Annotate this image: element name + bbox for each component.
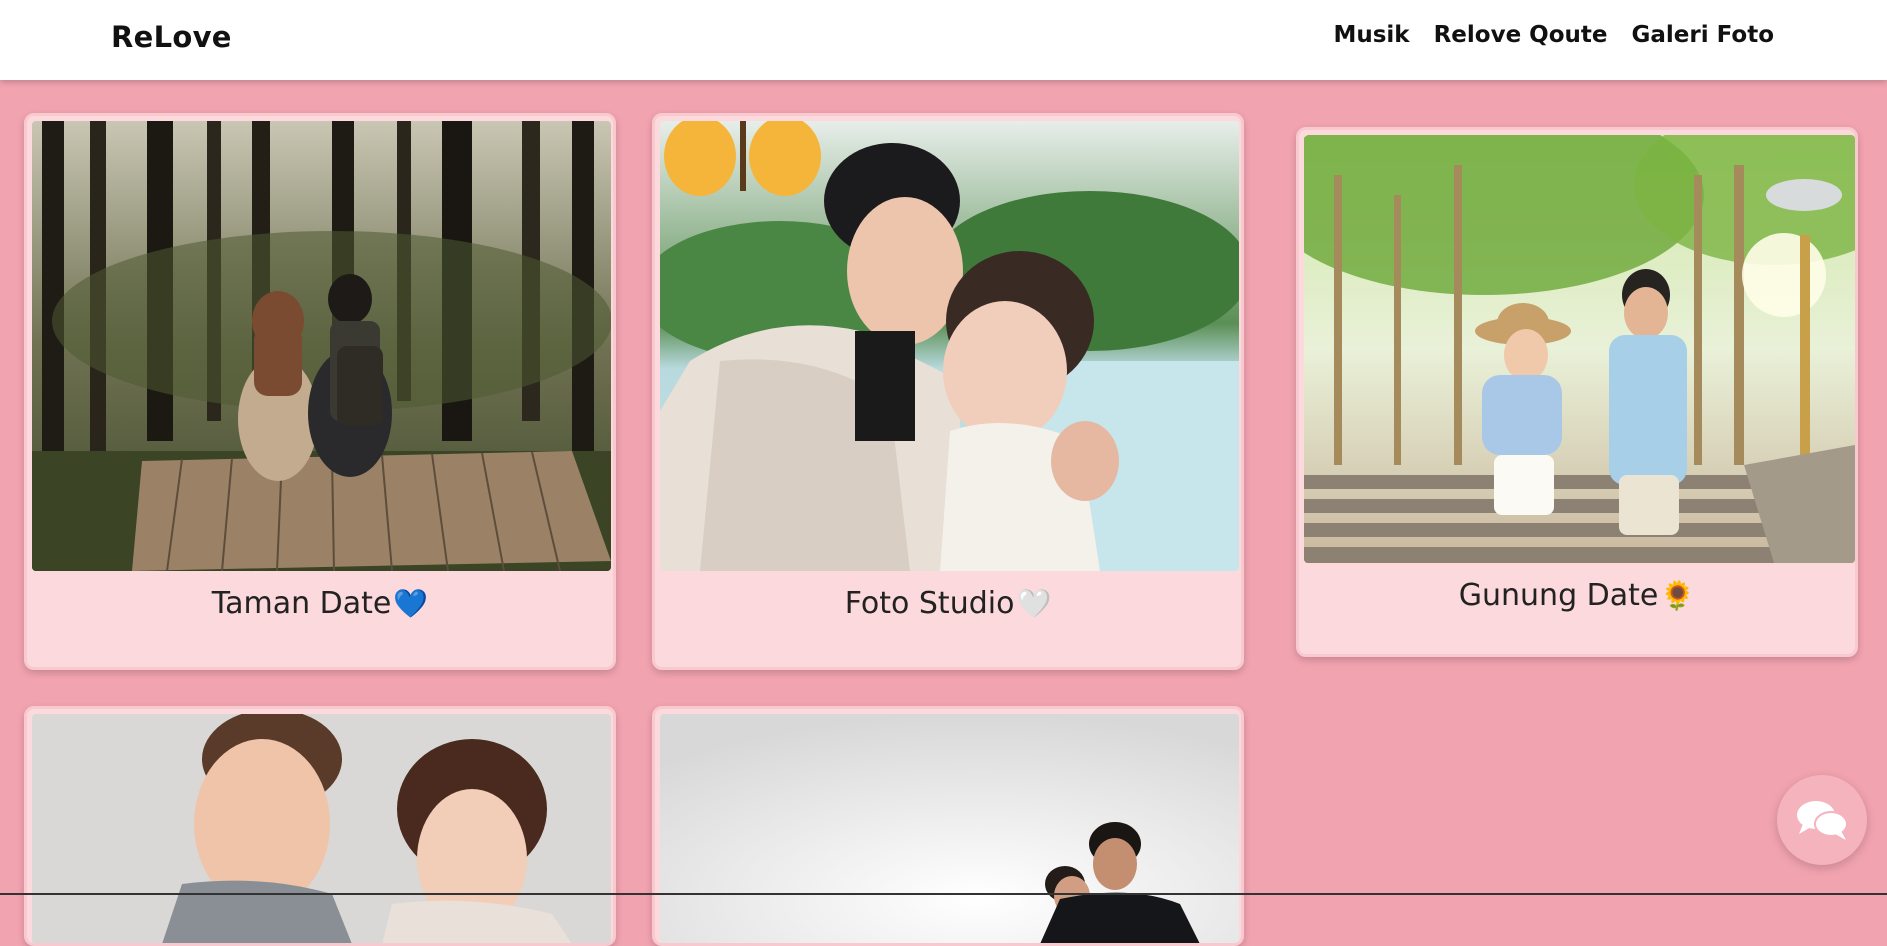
photo-gallery: Taman Date💙 Foto Studio🤍 Gunung Date🌻: [0, 0, 1887, 946]
nav-link-relove-qoute[interactable]: Relove Qoute: [1434, 22, 1608, 48]
caption-text: Gunung Date: [1458, 578, 1659, 613]
gallery-card-studio-kiss[interactable]: [652, 706, 1244, 946]
mountain-photo-image: [1304, 135, 1855, 563]
caption-text: Foto Studio: [844, 586, 1015, 621]
smiling-couple-image: [32, 714, 611, 943]
nav-link-musik[interactable]: Musik: [1333, 22, 1409, 48]
chat-button[interactable]: [1777, 775, 1867, 865]
gallery-card-taman-date[interactable]: Taman Date💙: [24, 113, 616, 670]
card-photo-mountain-couple: [1304, 135, 1855, 563]
card-caption: Taman Date💙: [27, 586, 613, 621]
caption-text: Taman Date: [211, 586, 392, 621]
blue-heart-icon: 💙: [393, 587, 429, 620]
brand-logo[interactable]: ReLove: [111, 20, 232, 54]
card-caption: Gunung Date🌻: [1299, 578, 1855, 613]
white-heart-icon: 🤍: [1016, 587, 1052, 620]
card-caption: Foto Studio🤍: [655, 586, 1241, 621]
gallery-card-gunung-date[interactable]: Gunung Date🌻: [1296, 127, 1858, 657]
gallery-card-smiling-couple[interactable]: [24, 706, 616, 946]
card-photo-smiling-couple: [32, 714, 611, 943]
forest-photo-image: [32, 121, 611, 571]
nav-links: Musik Relove Qoute Galeri Foto: [1333, 22, 1774, 48]
studio-photo-image: [660, 121, 1239, 571]
studio-kiss-image: [660, 714, 1239, 943]
card-photo-forest-couple: [32, 121, 611, 571]
nav-link-galeri-foto[interactable]: Galeri Foto: [1632, 22, 1775, 48]
chat-bubbles-icon: [1797, 801, 1848, 840]
card-photo-studio-couple: [660, 121, 1239, 571]
gallery-card-foto-studio[interactable]: Foto Studio🤍: [652, 113, 1244, 670]
navbar: ReLove Musik Relove Qoute Galeri Foto: [0, 0, 1887, 80]
butterfly-icon: [664, 121, 821, 196]
sunflower-icon: 🌻: [1660, 579, 1696, 612]
card-photo-studio-kiss: [660, 714, 1239, 943]
